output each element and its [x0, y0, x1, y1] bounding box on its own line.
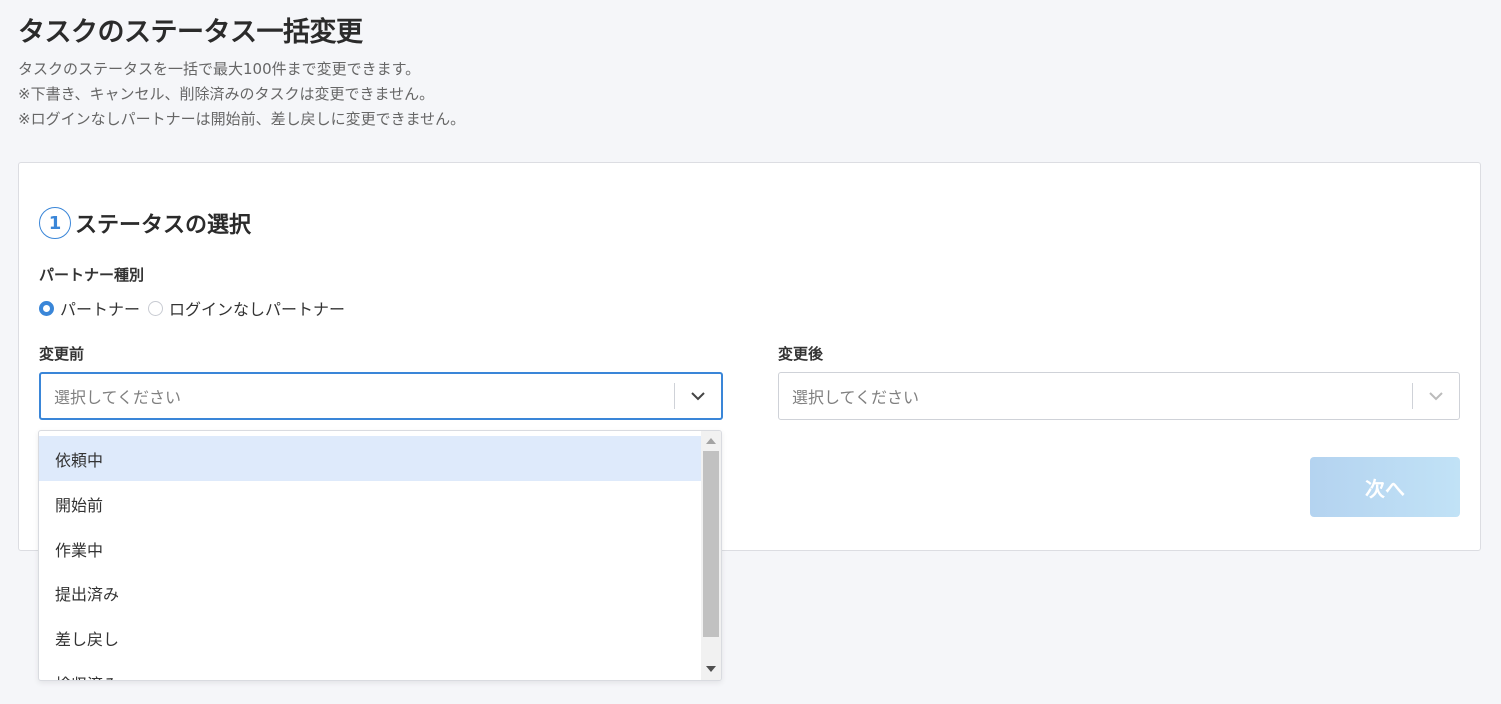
- dropdown-scrollbar[interactable]: [701, 431, 721, 680]
- step-number-badge: 1: [39, 207, 71, 239]
- chevron-down-icon[interactable]: [675, 391, 721, 401]
- after-status-label: 変更後: [778, 345, 824, 363]
- chevron-down-icon[interactable]: [1413, 391, 1459, 401]
- before-status-select[interactable]: 選択してください: [39, 372, 723, 420]
- page-title: タスクのステータス一括変更: [18, 17, 363, 48]
- description-line: タスクのステータスを一括で最大100件まで変更できます。: [18, 60, 421, 78]
- radio-unchecked-icon[interactable]: [148, 300, 164, 316]
- radio-option-no-login-partner[interactable]: ログインなしパートナー: [148, 296, 345, 320]
- select-placeholder: 選択してください: [792, 388, 920, 407]
- step-heading: 1 ステータスの選択: [39, 207, 251, 239]
- before-status-dropdown: 依頼中 開始前 作業中 提出済み 差し戻し 検収済み: [38, 430, 722, 681]
- dropdown-option[interactable]: 差し戻し: [39, 615, 701, 660]
- description-line: ※下書き、キャンセル、削除済みのタスクは変更できません。: [18, 85, 435, 103]
- scroll-down-arrow-icon[interactable]: [706, 666, 716, 672]
- next-button[interactable]: 次へ: [1310, 457, 1460, 517]
- dropdown-option[interactable]: 検収済み: [39, 660, 701, 681]
- partner-type-radio-group: パートナー ログインなしパートナー: [39, 296, 353, 320]
- page-description: タスクのステータスを一括で最大100件まで変更できます。 ※下書き、キャンセル、…: [18, 57, 465, 132]
- scroll-up-arrow-icon[interactable]: [706, 438, 716, 444]
- dropdown-option[interactable]: 提出済み: [39, 570, 701, 615]
- before-status-label: 変更前: [39, 345, 85, 363]
- dropdown-option[interactable]: 開始前: [39, 481, 701, 526]
- dropdown-option[interactable]: 依頼中: [39, 436, 701, 481]
- radio-option-partner[interactable]: パートナー: [39, 296, 140, 320]
- after-status-select[interactable]: 選択してください: [778, 372, 1460, 420]
- partner-type-label: パートナー種別: [39, 266, 145, 284]
- scrollbar-thumb[interactable]: [703, 451, 719, 637]
- radio-label: パートナー: [60, 300, 141, 319]
- radio-checked-icon[interactable]: [39, 300, 54, 316]
- select-placeholder: 選択してください: [54, 388, 182, 407]
- description-line: ※ログインなしパートナーは開始前、差し戻しに変更できません。: [18, 110, 466, 128]
- dropdown-option[interactable]: 作業中: [39, 526, 701, 571]
- step-title: ステータスの選択: [75, 213, 252, 238]
- radio-label: ログインなしパートナー: [169, 300, 346, 319]
